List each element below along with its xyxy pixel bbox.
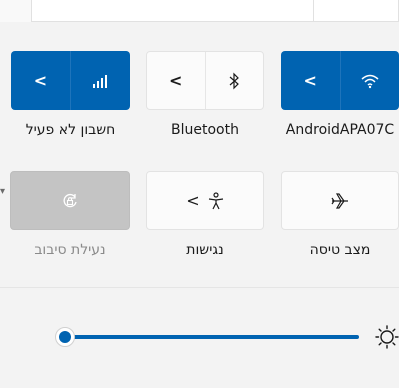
cellular-expand-button[interactable]: < bbox=[11, 51, 71, 110]
top-strip bbox=[0, 0, 399, 22]
chevron-left-icon: < bbox=[303, 70, 317, 90]
chevron-left-icon[interactable]: < bbox=[186, 192, 199, 209]
wifi-icon bbox=[361, 74, 379, 88]
rotation-lock-tile[interactable] bbox=[10, 171, 130, 230]
wifi-tile[interactable]: < bbox=[281, 51, 399, 110]
brightness-slider-track[interactable] bbox=[63, 335, 359, 339]
bluetooth-icon bbox=[229, 72, 240, 89]
bluetooth-tile[interactable]: < bbox=[146, 51, 264, 110]
wifi-expand-button[interactable]: < bbox=[281, 51, 341, 110]
cellular-tile-label: חשבון לא פעיל bbox=[25, 122, 116, 138]
accessibility-icon bbox=[208, 191, 223, 209]
cellular-toggle-button[interactable] bbox=[71, 51, 130, 110]
airplane-mode-tile-label: מצב טיסה bbox=[309, 242, 371, 258]
bluetooth-tile-label: Bluetooth bbox=[171, 122, 239, 138]
cellular-signal-icon bbox=[92, 74, 107, 88]
bluetooth-toggle-button[interactable] bbox=[206, 52, 264, 109]
airplane-mode-tile[interactable] bbox=[281, 171, 399, 230]
wifi-tile-label: AndroidAPA07C bbox=[285, 122, 395, 138]
scroll-edge-chevron-icon: ▾ bbox=[0, 186, 6, 197]
chevron-left-icon: < bbox=[33, 70, 48, 90]
accessibility-tile-label: נגישות bbox=[186, 242, 224, 258]
airplane-icon bbox=[331, 192, 348, 209]
rotation-lock-icon bbox=[63, 193, 77, 207]
brightness-sun-icon bbox=[375, 325, 399, 349]
rotation-lock-tile-label: נעילת סיבוב bbox=[34, 242, 106, 258]
section-divider bbox=[0, 287, 399, 288]
wifi-toggle-button[interactable] bbox=[341, 51, 399, 110]
bluetooth-expand-button[interactable]: < bbox=[147, 52, 206, 109]
top-panel-right bbox=[314, 0, 399, 22]
top-panel-left bbox=[31, 0, 314, 22]
brightness-slider-thumb[interactable] bbox=[55, 327, 75, 347]
accessibility-tile[interactable]: < bbox=[146, 171, 264, 230]
cellular-tile[interactable]: < bbox=[11, 51, 130, 110]
chevron-left-icon: < bbox=[169, 70, 183, 90]
